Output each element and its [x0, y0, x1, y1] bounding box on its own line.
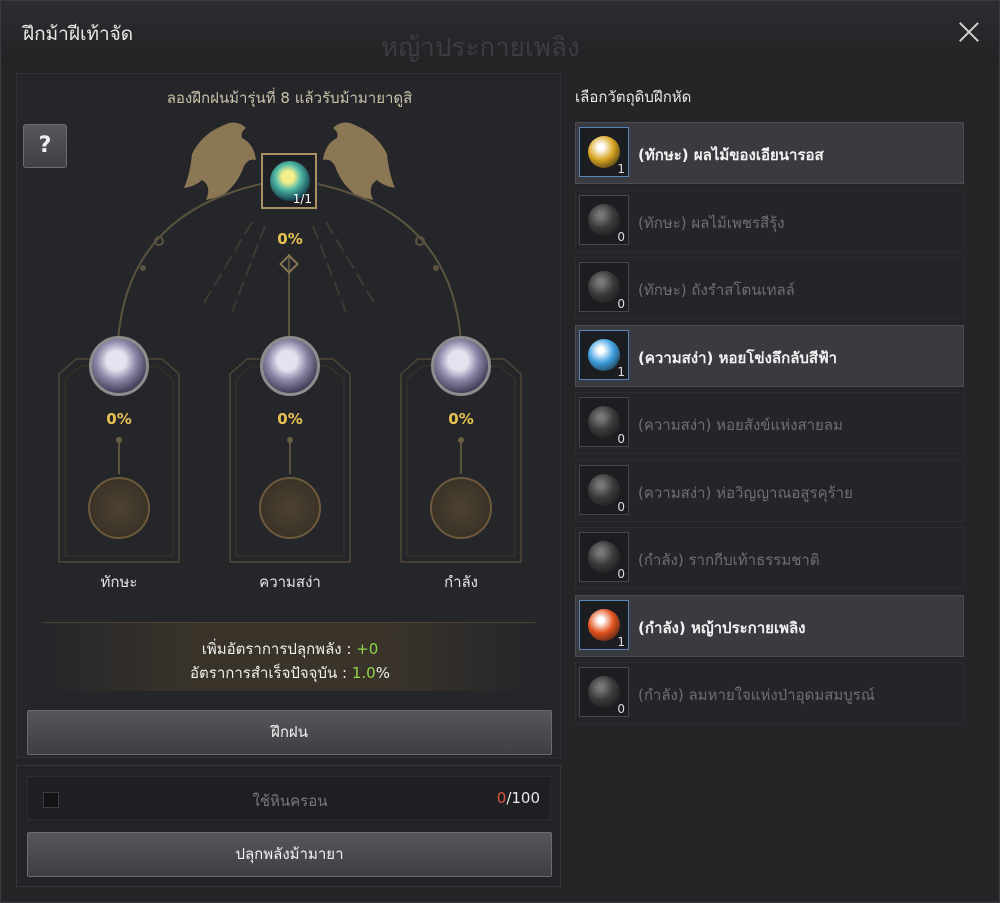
material-item[interactable]: 0 (กำลัง) รากกีบเท้าธรรมชาติ — [575, 527, 964, 589]
power-percent: 0% — [448, 410, 474, 428]
material-qty: 0 — [617, 567, 625, 581]
material-icon: 0 — [579, 532, 629, 582]
horse-core-item[interactable]: 1/1 — [261, 153, 317, 209]
material-item[interactable]: 1 (ทักษะ) ผลไม้ของเอียนารอส — [575, 122, 964, 184]
category-label-skill: ทักษะ — [100, 573, 138, 591]
skill-material-slot[interactable] — [88, 477, 150, 539]
use-stone-row: ใช้หินครอน 0/100 — [27, 776, 551, 820]
title-bar: ฝึกม้าฝีเท้าจัด หญ้าประกายเพลิง — [1, 1, 999, 63]
material-name: (ความสง่า) ห่อวิญญาณอสูรคุร้าย — [638, 483, 853, 502]
material-picture — [588, 338, 620, 371]
material-name: (ทักษะ) ถังรำสโตนเทลล์ — [638, 281, 795, 299]
material-item[interactable]: 0 (ทักษะ) ถังรำสโตนเทลล์ — [575, 257, 964, 319]
material-picture — [588, 541, 620, 573]
material-qty: 0 — [617, 297, 625, 311]
horse-training-window: ฝึกม้าฝีเท้าจัด หญ้าประกายเพลิง ลองฝึกฝน… — [0, 0, 1000, 903]
stone-count: 0/100 — [496, 789, 540, 807]
material-icon: 0 — [579, 397, 629, 447]
material-name: (ความสง่า) หอยโข่งลึกลับสีฟ้า — [638, 348, 838, 367]
category-label-power: กำลัง — [443, 573, 479, 591]
material-qty: 1 — [617, 364, 625, 379]
use-stone-label: ใช้หินครอน — [252, 792, 328, 810]
material-qty: 1 — [617, 634, 625, 649]
power-horse-icon[interactable] — [431, 336, 491, 396]
awaken-bonus-line: เพิ่มอัตราการปลุกพลัง : +0 — [201, 640, 379, 658]
category-label-grace: ความสง่า — [259, 573, 321, 591]
close-icon[interactable] — [953, 16, 985, 48]
material-picture — [588, 406, 620, 438]
material-name: (ทักษะ) ผลไม้ของเอียนารอส — [638, 146, 824, 164]
material-picture — [588, 136, 620, 168]
train-button[interactable]: ฝึกฝน — [27, 710, 552, 755]
material-icon: 0 — [579, 667, 629, 717]
material-icon: 0 — [579, 464, 629, 515]
success-rate-line: อัตราการสำเร็จปัจจุบัน : 1.0% — [190, 664, 390, 682]
background-watermark-text: หญ้าประกายเพลิง — [381, 33, 580, 63]
material-item[interactable]: 0 (ความสง่า) หอยสังข์แห่งสายลม — [575, 392, 964, 454]
awaken-button[interactable]: ปลุกพลังม้ามายา — [27, 832, 552, 877]
power-material-slot[interactable] — [430, 477, 492, 539]
material-picture — [588, 608, 620, 641]
grace-horse-icon[interactable] — [260, 336, 320, 396]
material-name: (ความสง่า) หอยสังข์แห่งสายลม — [638, 416, 843, 434]
material-item[interactable]: 1 (กำลัง) หญ้าประกายเพลิง — [575, 594, 964, 657]
material-picture — [588, 473, 620, 506]
grace-percent: 0% — [277, 410, 303, 428]
material-qty: 0 — [617, 499, 625, 514]
core-item-count: 1/1 — [292, 192, 312, 206]
material-qty: 1 — [617, 162, 625, 176]
material-name: (กำลัง) รากกีบเท้าธรรมชาติ — [638, 551, 820, 569]
success-rate-value: 1.0 — [351, 664, 376, 682]
material-qty: 0 — [617, 229, 625, 244]
material-name: (ทักษะ) ผลไม้เพชรสีรุ้ง — [638, 213, 785, 232]
material-icon: 0 — [579, 194, 629, 245]
material-item[interactable]: 0 (กำลัง) ลมหายใจแห่งป่าอุดมสมบูรณ์ — [575, 662, 964, 724]
grace-material-slot[interactable] — [259, 477, 321, 539]
material-item[interactable]: 0 (ความสง่า) ห่อวิญญาณอสูรคุร้าย — [575, 459, 964, 522]
material-icon: 1 — [579, 599, 629, 650]
material-item[interactable]: 0 (ทักษะ) ผลไม้เพชรสีรุ้ง — [575, 189, 964, 252]
rate-info-box: เพิ่มอัตราการปลุกพลัง : +0 อัตราการสำเร็… — [43, 622, 537, 691]
material-qty: 0 — [617, 702, 625, 716]
material-icon: 0 — [579, 262, 629, 312]
material-name: (กำลัง) ลมหายใจแห่งป่าอุดมสมบูรณ์ — [638, 686, 875, 704]
skill-horse-icon[interactable] — [89, 336, 149, 396]
material-list-panel: เลือกวัตถุดิบฝึกหัด 1 (ทักษะ) ผลไม้ของเอี… — [569, 73, 987, 885]
material-name: (กำลัง) หญ้าประกายเพลิง — [638, 618, 806, 637]
material-picture — [588, 676, 620, 708]
window-title: ฝึกม้าฝีเท้าจัด — [23, 23, 134, 45]
material-picture — [588, 203, 620, 236]
material-icon: 1 — [579, 329, 629, 380]
material-picture — [588, 271, 620, 303]
material-item[interactable]: 1 (ความสง่า) หอยโข่งลึกลับสีฟ้า — [575, 324, 964, 387]
material-qty: 0 — [617, 432, 625, 446]
material-icon: 1 — [579, 127, 629, 177]
skill-percent: 0% — [106, 410, 132, 428]
awaken-panel: ใช้หินครอน 0/100 ปลุกพลังม้ามายา — [16, 765, 561, 887]
training-panel: ลองฝึกฝนม้ารุ่นที่ 8 แล้วรับม้ามายาดูสิ … — [16, 73, 561, 758]
material-list-title: เลือกวัตถุดิบฝึกหัด — [575, 88, 692, 106]
center-percent: 0% — [277, 230, 303, 248]
awaken-bonus-value: +0 — [356, 640, 379, 658]
